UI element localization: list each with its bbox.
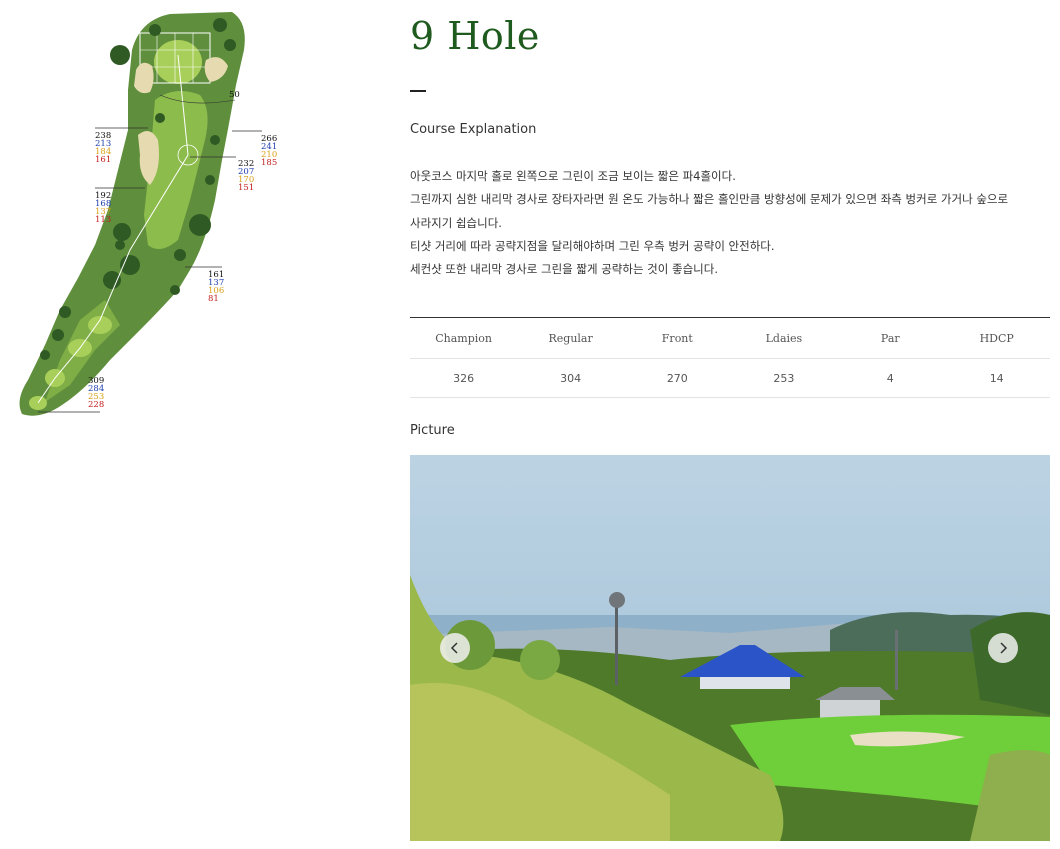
map-marker-label: 50 <box>229 90 240 100</box>
chevron-right-icon <box>1000 642 1008 654</box>
description-line: 그린까지 심한 내리막 경사로 장타자라면 원 온도 가능하나 짧은 홀인만큼 … <box>410 192 1009 207</box>
hole-photo <box>410 455 1050 841</box>
picture-heading: Picture <box>410 423 455 438</box>
value-par: 4 <box>837 358 944 398</box>
header-hdcp: HDCP <box>943 317 1050 359</box>
value-ladies: 253 <box>730 358 838 398</box>
yardage-label: 228 <box>88 400 104 410</box>
scorecard-table: Champion Regular Front Ldaies Par HDCP 3… <box>410 317 1050 398</box>
yardage-label: 151 <box>238 183 254 193</box>
description-line: 아웃코스 마지막 홀로 왼쪽으로 그린이 조금 보이는 짧은 파4홀이다. <box>410 169 736 183</box>
description-line: 사라지기 쉽습니다. <box>410 215 502 230</box>
title-divider <box>410 90 426 92</box>
value-hdcp: 14 <box>943 358 1050 398</box>
course-description: 아웃코스 마지막 홀로 왼쪽으로 그린이 조금 보이는 짧은 파4홀이다. 그린… <box>410 165 1050 281</box>
scorecard-value-row: 326 304 270 253 4 14 <box>410 358 1050 398</box>
chevron-left-icon <box>450 642 458 654</box>
hole-photo-carousel[interactable] <box>410 455 1050 841</box>
yardage-label: 161 <box>95 155 111 165</box>
yardage-label: 81 <box>208 294 219 304</box>
value-champion: 326 <box>410 358 518 398</box>
page-title: 9 Hole <box>410 14 540 58</box>
scorecard-header-row: Champion Regular Front Ldaies Par HDCP <box>410 317 1050 359</box>
next-photo-button[interactable] <box>988 633 1018 663</box>
yardage-label: 113 <box>95 215 111 225</box>
course-explanation-heading: Course Explanation <box>410 122 537 137</box>
value-regular: 304 <box>517 358 625 398</box>
description-line: 티샷 거리에 따라 공략지점을 달리해야하며 그린 우측 벙커 공략이 안전하다… <box>410 238 775 253</box>
hole-map: 50 2382131841612662412101852322071701511… <box>19 12 277 416</box>
header-champion: Champion <box>410 317 518 359</box>
description-line: 세컨샷 또한 내리막 경사로 그린을 짧게 공략하는 것이 좋습니다. <box>410 262 718 277</box>
value-front: 270 <box>624 358 731 398</box>
header-regular: Regular <box>517 317 625 359</box>
hole-green <box>154 40 202 84</box>
header-par: Par <box>837 317 944 359</box>
header-front: Front <box>624 317 731 359</box>
yardage-label: 185 <box>261 158 277 168</box>
header-ladies: Ldaies <box>730 317 838 359</box>
prev-photo-button[interactable] <box>440 633 470 663</box>
